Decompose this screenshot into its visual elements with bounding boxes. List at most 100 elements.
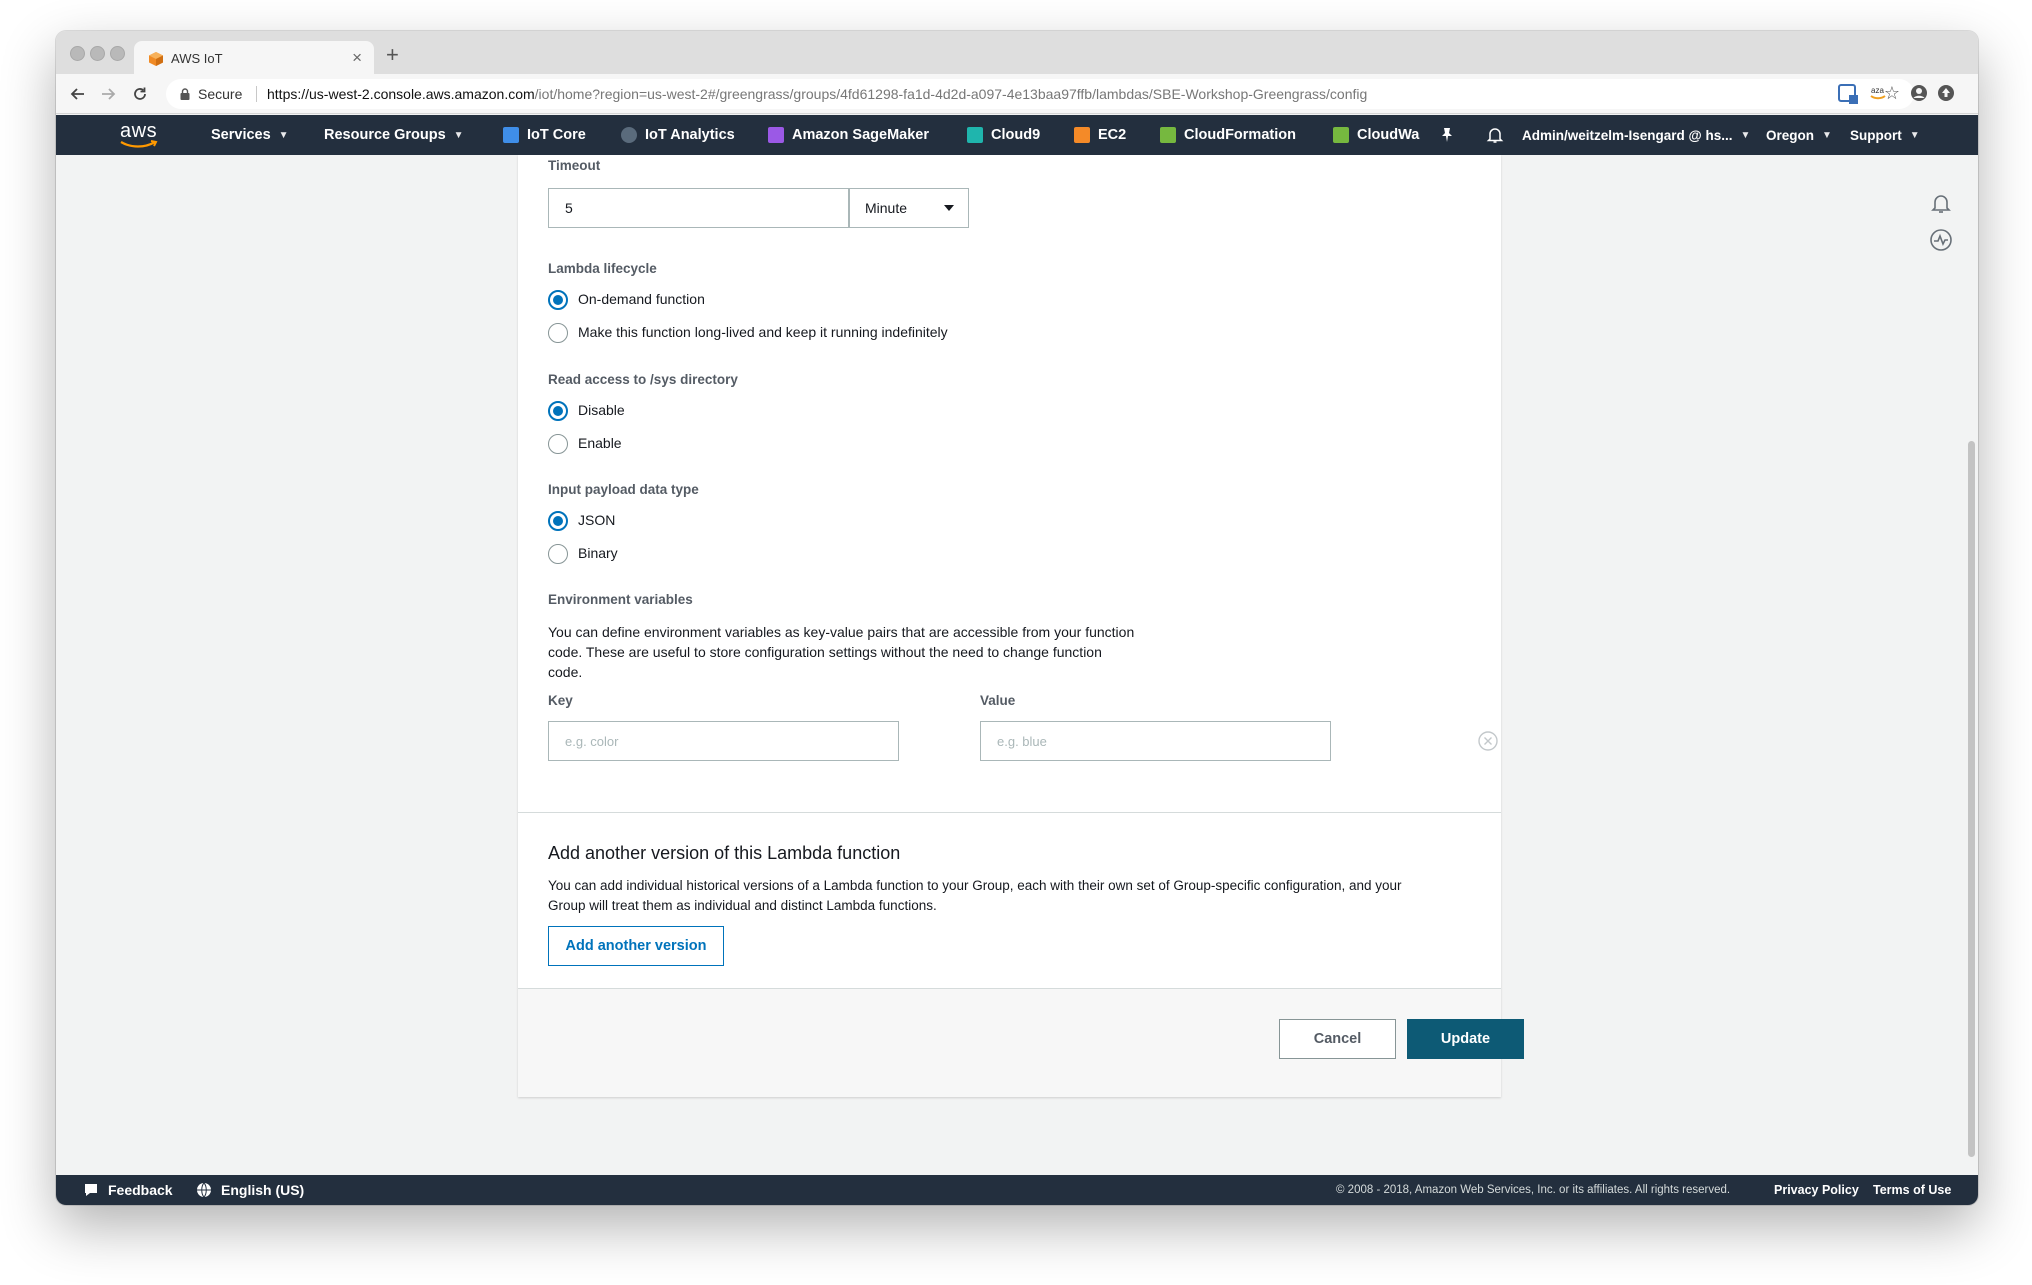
value-label: Value bbox=[980, 693, 1016, 708]
shortcut-iot-analytics[interactable]: IoT Analytics bbox=[621, 127, 735, 143]
shortcut-cloud9[interactable]: Cloud9 bbox=[967, 127, 1040, 143]
forward-button[interactable] bbox=[96, 82, 120, 106]
timeout-label: Timeout bbox=[548, 158, 601, 173]
tab-title: AWS IoT bbox=[171, 51, 223, 66]
lifecycle-label: Lambda lifecycle bbox=[548, 261, 657, 276]
health-status-icon[interactable] bbox=[1929, 228, 1953, 252]
shortcut-sagemaker[interactable]: Amazon SageMaker bbox=[768, 127, 929, 143]
minimize-window-button[interactable] bbox=[90, 46, 105, 61]
close-tab-icon[interactable]: × bbox=[352, 48, 362, 68]
chevron-down-icon: ▼ bbox=[1822, 130, 1832, 141]
iot-core-icon bbox=[503, 127, 519, 143]
account-menu[interactable]: Admin/weitzelm-Isengard @ hs... ▼ bbox=[1522, 128, 1750, 143]
svg-text:aza: aza bbox=[1871, 86, 1884, 95]
radio-json[interactable] bbox=[548, 511, 568, 531]
add-another-version-button[interactable]: Add another version bbox=[548, 926, 724, 966]
page-scrollbar[interactable] bbox=[1968, 441, 1975, 1157]
radio-label-long-lived: Make this function long-lived and keep i… bbox=[578, 324, 948, 340]
resource-groups-menu[interactable]: Resource Groups ▼ bbox=[324, 127, 464, 143]
shortcut-cloudwatch[interactable]: CloudWa bbox=[1333, 127, 1419, 143]
radio-label-enable: Enable bbox=[578, 435, 622, 451]
radio-on-demand[interactable] bbox=[548, 290, 568, 310]
add-version-description: You can add individual historical versio… bbox=[548, 878, 1402, 913]
services-menu[interactable]: Services ▼ bbox=[211, 127, 289, 143]
browser-tab[interactable]: AWS IoT × bbox=[134, 41, 374, 75]
profile-icon[interactable] bbox=[1909, 83, 1929, 103]
globe-icon bbox=[197, 1182, 211, 1198]
secure-label: Secure bbox=[198, 86, 243, 102]
reload-button[interactable] bbox=[128, 82, 152, 106]
new-tab-button[interactable]: + bbox=[386, 44, 399, 66]
aws-cube-icon bbox=[149, 52, 163, 66]
cloud9-icon bbox=[967, 127, 983, 143]
lock-icon bbox=[180, 88, 190, 100]
chevron-down-icon: ▼ bbox=[1740, 130, 1751, 141]
radio-disable[interactable] bbox=[548, 401, 568, 421]
tab-strip: AWS IoT × + bbox=[56, 31, 1978, 75]
chevron-down-icon: ▼ bbox=[278, 129, 289, 141]
ec2-icon bbox=[1074, 127, 1090, 143]
feedback-link[interactable]: Feedback bbox=[83, 1182, 173, 1198]
iot-analytics-icon bbox=[621, 127, 637, 143]
page-content: Timeout Minute Lambda lifecycle On-deman… bbox=[56, 155, 1978, 1167]
close-window-button[interactable] bbox=[70, 46, 85, 61]
extension-icon[interactable] bbox=[1837, 83, 1859, 105]
bell-icon[interactable] bbox=[1486, 126, 1504, 144]
shortcut-iot-core[interactable]: IoT Core bbox=[503, 127, 586, 143]
address-divider bbox=[256, 86, 257, 102]
radio-label-binary: Binary bbox=[578, 545, 618, 561]
language-selector[interactable]: English (US) bbox=[196, 1182, 304, 1198]
browser-window: AWS IoT × + Secure https://us-west-2.con… bbox=[56, 31, 1978, 1205]
env-key-input[interactable] bbox=[548, 721, 899, 761]
sagemaker-icon bbox=[768, 127, 784, 143]
forward-arrow-icon bbox=[102, 88, 116, 100]
radio-long-lived[interactable] bbox=[548, 323, 568, 343]
shortcut-ec2[interactable]: EC2 bbox=[1074, 127, 1126, 143]
copyright-text: © 2008 - 2018, Amazon Web Services, Inc.… bbox=[1336, 1184, 1731, 1196]
back-arrow-icon bbox=[70, 88, 84, 100]
update-icon[interactable] bbox=[1936, 83, 1956, 103]
amazon-assistant-icon[interactable]: aza bbox=[1867, 83, 1889, 105]
env-vars-label: Environment variables bbox=[548, 592, 693, 607]
zoom-window-button[interactable] bbox=[110, 46, 125, 61]
add-version-title: Add another version of this Lambda funct… bbox=[548, 843, 901, 863]
update-button[interactable]: Update bbox=[1407, 1019, 1524, 1059]
privacy-policy-link[interactable]: Privacy Policy bbox=[1774, 1183, 1859, 1197]
terms-of-use-link[interactable]: Terms of Use bbox=[1873, 1183, 1951, 1197]
url-text[interactable]: https://us-west-2.console.aws.amazon.com… bbox=[267, 86, 1367, 102]
shortcut-cloudformation[interactable]: CloudFormation bbox=[1160, 127, 1296, 143]
browser-toolbar: Secure https://us-west-2.console.aws.ama… bbox=[56, 74, 1978, 114]
form-actions: Cancel Update bbox=[518, 989, 1524, 1097]
timeout-input[interactable] bbox=[548, 188, 849, 228]
support-menu[interactable]: Support ▼ bbox=[1850, 128, 1920, 143]
sys-access-label: Read access to /sys directory bbox=[548, 372, 738, 387]
radio-label-json: JSON bbox=[578, 512, 616, 528]
chevron-down-icon: ▼ bbox=[1909, 130, 1920, 141]
radio-label-on-demand: On-demand function bbox=[578, 291, 705, 307]
console-footer: Feedback English (US) © 2008 - 2018, Ama… bbox=[56, 1175, 1978, 1205]
notification-bell-icon[interactable] bbox=[1929, 191, 1953, 215]
remove-circle-icon[interactable] bbox=[1478, 731, 1498, 751]
env-value-input[interactable] bbox=[980, 721, 1331, 761]
dropdown-caret-icon bbox=[944, 205, 954, 211]
radio-label-disable: Disable bbox=[578, 402, 625, 418]
aws-logo[interactable]: aws bbox=[118, 120, 162, 150]
cloudformation-icon bbox=[1160, 127, 1176, 143]
speech-bubble-icon bbox=[85, 1184, 97, 1196]
payload-type-label: Input payload data type bbox=[548, 482, 699, 497]
region-menu[interactable]: Oregon ▼ bbox=[1766, 128, 1832, 143]
radio-enable[interactable] bbox=[548, 434, 568, 454]
back-button[interactable] bbox=[66, 82, 90, 106]
radio-binary[interactable] bbox=[548, 544, 568, 564]
cloudwatch-icon bbox=[1333, 127, 1349, 143]
pin-icon[interactable] bbox=[1440, 127, 1454, 143]
aws-console-nav: aws Services ▼ Resource Groups ▼ IoT Core … bbox=[56, 115, 1978, 155]
section-divider bbox=[518, 812, 1501, 813]
address-bar[interactable]: Secure https://us-west-2.console.aws.ama… bbox=[166, 79, 1914, 109]
key-label: Key bbox=[548, 693, 573, 708]
reload-icon bbox=[134, 87, 146, 100]
chevron-down-icon: ▼ bbox=[453, 129, 464, 141]
cancel-button[interactable]: Cancel bbox=[1279, 1019, 1396, 1059]
timeout-unit-select[interactable]: Minute bbox=[849, 188, 969, 228]
aws-smile-icon bbox=[120, 140, 158, 148]
